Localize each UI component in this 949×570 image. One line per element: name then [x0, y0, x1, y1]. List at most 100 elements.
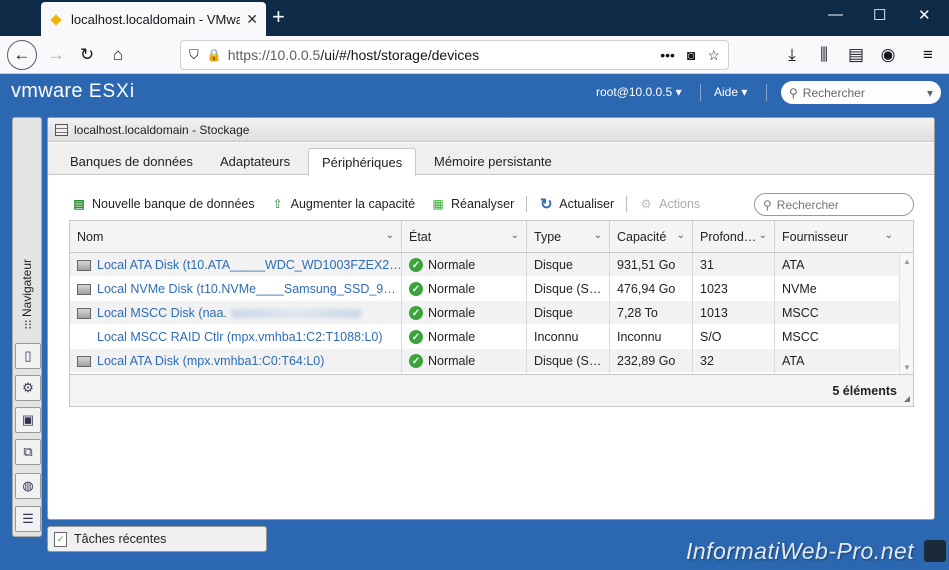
forward-button[interactable]: → [42, 41, 70, 69]
rescan-icon: ▦ [432, 197, 444, 211]
tab-devices[interactable]: Périphériques [308, 148, 417, 176]
table-row[interactable]: Local MSCC RAID Ctlr (mpx.vmhba1:C2:T108… [70, 325, 913, 349]
resize-grip-icon[interactable]: ◢ [904, 394, 910, 403]
capacity-cell: 931,51 Go [610, 253, 693, 277]
column-header-state[interactable]: État ⌄ [402, 221, 527, 253]
downloads-button[interactable]: ⤓ [778, 41, 806, 69]
queue-depth-cell: 31 [693, 253, 775, 277]
column-header-type[interactable]: Type ⌄ [527, 221, 610, 253]
table-row[interactable]: Local MSCC Disk (naa. ✓ Normale Disque 7,… [70, 301, 913, 325]
lock-icon[interactable]: 🔒 [207, 48, 222, 62]
tab-persistent-memory[interactable]: Mémoire persistante [421, 148, 565, 175]
shield-icon[interactable]: ⛉ [189, 47, 199, 63]
device-name[interactable]: Local ATA Disk (mpx.vmhba1:C0:T64:L0) [97, 354, 324, 368]
increase-capacity-button[interactable]: ⇧ Augmenter la capacité [271, 197, 415, 211]
close-window-button[interactable]: ✕ [918, 6, 931, 24]
actions-button[interactable]: ⚙ Actions [639, 197, 700, 211]
table-scrollbar[interactable]: ▲ ▼ [899, 254, 913, 375]
bookmark-star-icon[interactable]: ☆ [707, 47, 720, 64]
vmware-esxi-logo: vmware ESXi [11, 80, 135, 103]
help-menu[interactable]: Aide ▾ [714, 85, 747, 99]
virtual-machines-icon[interactable]: ⧉ [15, 439, 41, 465]
queue-depth-cell: 1013 [693, 301, 775, 325]
device-name-cell[interactable]: Local NVMe Disk (t10.NVMe____Samsung_SSD… [70, 277, 402, 301]
column-header-vendor[interactable]: Fournisseur ⌄ [775, 221, 900, 253]
table-row[interactable]: Local NVMe Disk (t10.NVMe____Samsung_SSD… [70, 277, 913, 301]
reload-button[interactable]: ↻ [73, 41, 101, 69]
state-cell: ✓ Normale [402, 277, 527, 301]
url-bar[interactable]: ⛉ 🔒 https://10.0.0.5/ui/#/host/storage/d… [180, 40, 729, 70]
device-name[interactable]: Local NVMe Disk (t10.NVMe____Samsung_SSD… [97, 282, 396, 296]
state-text: Normale [428, 354, 476, 368]
column-header-queue-depth[interactable]: Profond… ⌄ [693, 221, 775, 253]
download-icon: ⤓ [788, 45, 796, 64]
storage-icon[interactable]: ☰ [15, 506, 41, 532]
devices-search-input[interactable]: ⚲ Rechercher [754, 193, 914, 216]
new-tab-button[interactable]: + [272, 4, 285, 30]
sidebar-button[interactable]: ▤ [842, 41, 870, 69]
queue-depth-cell: S/O [693, 325, 775, 349]
state-text: Normale [428, 282, 476, 296]
column-header-name[interactable]: Nom ⌄ [70, 221, 402, 253]
chevron-down-icon[interactable]: ⌄ [594, 230, 602, 241]
pocket-icon[interactable]: ◙ [687, 47, 695, 63]
vendor-cell: NVMe [782, 282, 817, 296]
disk-icon [77, 259, 91, 271]
arrow-right-icon: → [47, 45, 65, 64]
back-button[interactable]: ← [7, 40, 37, 70]
header-divider [700, 84, 701, 101]
chevron-down-icon[interactable]: ⌄ [885, 230, 893, 241]
device-name[interactable]: Local ATA Disk (t10.ATA_____WDC_WD1003FZ… [97, 258, 401, 272]
browser-tab[interactable]: localhost.localdomain - VMware ✕ [41, 2, 266, 36]
table-footer: 5 éléments ◢ [70, 374, 913, 406]
refresh-button[interactable]: ↻ Actualiser [539, 196, 614, 213]
chevron-down-icon[interactable]: ⌄ [759, 230, 767, 241]
host-icon[interactable]: ▯ [15, 343, 41, 369]
networking-icon[interactable]: ◍ [15, 473, 41, 499]
device-name-cell[interactable]: Local ATA Disk (t10.ATA_____WDC_WD1003FZ… [70, 253, 402, 277]
manage-icon[interactable]: ⚙ [15, 375, 41, 401]
scroll-down-icon[interactable]: ▼ [903, 363, 911, 372]
scroll-up-icon[interactable]: ▲ [903, 257, 911, 266]
device-name-cell[interactable]: Local MSCC RAID Ctlr (mpx.vmhba1:C2:T108… [70, 325, 402, 349]
header-search-input[interactable]: ⚲ Rechercher ▾ [781, 81, 941, 104]
recent-tasks-bar[interactable]: ✓ Tâches récentes [47, 526, 267, 552]
chevron-down-icon[interactable]: ⌄ [386, 230, 394, 241]
close-tab-icon[interactable]: ✕ [246, 11, 258, 28]
type-cell: Disque [527, 253, 610, 277]
capacity-cell: 232,89 Go [610, 349, 693, 373]
device-name-cell[interactable]: Local MSCC Disk (naa. [70, 301, 402, 325]
clipboard-check-icon: ✓ [54, 531, 67, 547]
device-name[interactable]: Local MSCC Disk (naa. [97, 306, 227, 320]
user-menu[interactable]: root@10.0.0.5 ▾ [596, 85, 682, 99]
navigator-tree-icon[interactable]: ⁝⁝ [15, 312, 41, 338]
maximize-button[interactable]: ☐ [873, 6, 886, 24]
hamburger-menu-icon: ≡ [923, 45, 933, 64]
menu-button[interactable]: ≡ [914, 41, 942, 69]
chevron-down-icon[interactable]: ⌄ [677, 230, 685, 241]
devices-search-placeholder: Rechercher [776, 197, 839, 212]
device-name[interactable]: Local MSCC RAID Ctlr (mpx.vmhba1:C2:T108… [97, 330, 383, 344]
type-cell: Inconnu [527, 325, 610, 349]
rescan-button[interactable]: ▦ Réanalyser [431, 197, 514, 211]
tab-adapters[interactable]: Adaptateurs [207, 148, 303, 175]
url-text[interactable]: https://10.0.0.5/ui/#/host/storage/devic… [228, 47, 649, 63]
library-button[interactable]: ⫼ [810, 41, 838, 69]
account-button[interactable]: ◉ [874, 41, 902, 69]
chevron-down-icon[interactable]: ▾ [927, 86, 933, 100]
monitor-icon[interactable]: ▣ [15, 407, 41, 433]
chevron-down-icon[interactable]: ⌄ [511, 230, 519, 241]
table-row[interactable]: Local ATA Disk (mpx.vmhba1:C0:T64:L0) ✓ N… [70, 349, 913, 373]
home-button[interactable]: ⌂ [104, 41, 132, 69]
new-datastore-button[interactable]: ▤ Nouvelle banque de données [72, 197, 254, 211]
column-header-capacity[interactable]: Capacité ⌄ [610, 221, 693, 253]
storage-panel: localhost.localdomain - Stockage Banques… [47, 117, 935, 520]
more-icon[interactable]: ••• [660, 47, 675, 63]
device-name-cell[interactable]: Local ATA Disk (mpx.vmhba1:C0:T64:L0) [70, 349, 402, 373]
minimize-button[interactable]: — [828, 6, 843, 23]
watermark-logo-icon [924, 540, 946, 562]
capacity-cell: Inconnu [610, 325, 693, 349]
table-row[interactable]: Local ATA Disk (t10.ATA_____WDC_WD1003FZ… [70, 253, 913, 277]
new-datastore-icon: ▤ [73, 197, 85, 211]
tab-datastores[interactable]: Banques de données [57, 148, 206, 175]
